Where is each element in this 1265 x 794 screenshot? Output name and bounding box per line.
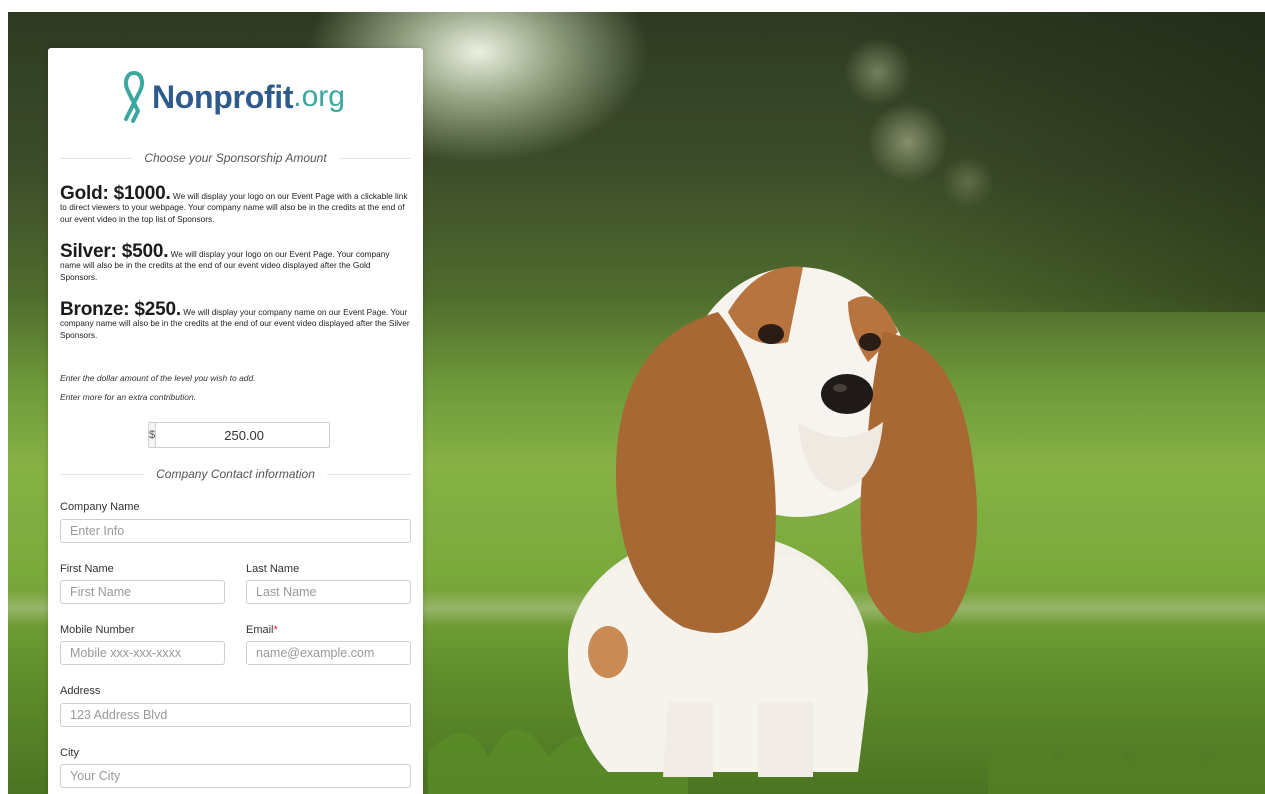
email-label: Email* <box>246 624 278 636</box>
last-name-input[interactable] <box>246 580 411 604</box>
logo-wordmark: Nonprofit <box>152 78 294 115</box>
divider <box>60 473 145 475</box>
tier-bronze: Bronze: $250. We will display your compa… <box>60 300 410 341</box>
email-input[interactable] <box>246 641 411 665</box>
address-input[interactable] <box>60 703 411 727</box>
tier-heading: Bronze: $250. <box>60 299 181 320</box>
awareness-ribbon-icon <box>124 71 144 123</box>
nonprofit-logo: Nonprofit .org <box>118 68 368 126</box>
email-label-text: Email <box>246 624 274 636</box>
logo-tld: .org <box>293 80 345 113</box>
section-heading: Choose your Sponsorship Amount <box>144 151 327 165</box>
basset-hound-puppy-image <box>428 266 1265 794</box>
sponsorship-form: Nonprofit .org Choose your Sponsorship Am… <box>48 48 423 794</box>
mobile-number-input[interactable] <box>60 641 225 665</box>
first-name-input[interactable] <box>60 580 225 604</box>
tier-heading: Gold: $1000. <box>60 183 171 204</box>
amount-instruction: Enter the dollar amount of the level you… <box>60 373 256 383</box>
tier-silver: Silver: $500. We will display your logo … <box>60 242 410 283</box>
divider <box>60 157 133 159</box>
company-name-label: Company Name <box>60 501 140 513</box>
city-input[interactable] <box>60 764 411 788</box>
sponsorship-section-title: Choose your Sponsorship Amount <box>60 148 412 168</box>
amount-input-group: $ <box>148 422 333 448</box>
tier-heading: Silver: $500. <box>60 241 169 262</box>
divider <box>326 473 411 475</box>
city-label: City <box>60 747 79 759</box>
last-name-label: Last Name <box>246 563 300 575</box>
currency-addon: $ <box>149 423 157 447</box>
first-name-label: First Name <box>60 563 114 575</box>
extra-instruction: Enter more for an extra contribution. <box>60 392 197 402</box>
amount-input[interactable] <box>156 423 333 447</box>
tier-gold: Gold: $1000. We will display your logo o… <box>60 184 410 225</box>
section-heading: Company Contact information <box>156 467 315 481</box>
address-label: Address <box>60 685 101 697</box>
contact-section-title: Company Contact information <box>60 464 411 484</box>
required-marker: * <box>273 624 278 636</box>
company-name-input[interactable] <box>60 519 411 543</box>
mobile-number-label: Mobile Number <box>60 624 135 636</box>
divider <box>338 157 412 159</box>
